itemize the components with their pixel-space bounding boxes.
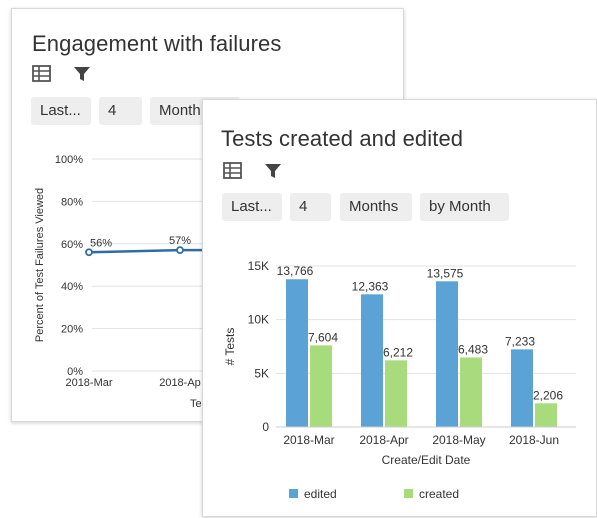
legend-label-edited: edited [304,487,337,501]
bar-created [385,360,407,427]
y-tick-label: 15K [248,259,269,273]
y-tick-label: 60% [61,239,83,251]
bar-created [460,357,482,427]
y-tick-label: 0 [262,420,269,434]
y-tick-label: 20% [61,324,83,336]
bar-edited [361,294,383,427]
tests-created-edited-card: Tests created and edited Last... 4 Month… [202,99,597,517]
x-axis-label: Create/Edit Date [382,453,471,467]
y-tick-label: 10K [248,313,269,327]
bar-created [310,345,332,427]
tests-bar-chart: 0 5K 10K 15K # Tests 13,766 7,604 2018-Mar 12,36… [223,259,576,501]
legend-swatch-created [404,489,413,498]
bar-edited [436,281,458,427]
data-label: 56% [90,237,112,249]
y-tick-label: 5K [254,366,269,380]
bar-value-label: 13,575 [427,266,464,280]
y-axis-label: # Tests [223,328,237,366]
data-point [85,248,93,257]
bar-edited [511,349,533,427]
legend-swatch-edited [289,489,298,498]
bar-value-label: 12,363 [352,279,389,293]
x-tick-label: 2018-Mar [283,433,334,447]
y-axis-label: Percent of Test Failures Viewed [34,188,46,342]
bar-value-label: 6,212 [383,345,413,359]
bar-value-label: 13,766 [277,264,314,278]
bar-value-label: 7,233 [505,334,535,348]
y-tick-label: 80% [61,196,83,208]
x-tick-label: 2018-Ap [159,377,201,389]
bar-created [535,403,557,427]
y-tick-label: 40% [61,281,83,293]
data-label: 57% [169,235,191,247]
bar-value-label: 7,604 [308,330,338,344]
legend-label-created: created [419,487,459,501]
bar-edited [286,279,308,427]
x-tick-label: 2018-Apr [359,433,408,447]
x-tick-label: 2018-Mar [65,377,112,389]
x-tick-label: 2018-Jun [509,433,559,447]
bar-value-label: 2,206 [533,388,563,402]
x-axis-label: Te [190,398,202,410]
bar-value-label: 6,483 [458,342,488,356]
data-point [176,246,184,255]
x-tick-label: 2018-May [432,433,485,447]
y-tick-label: 100% [55,154,83,166]
